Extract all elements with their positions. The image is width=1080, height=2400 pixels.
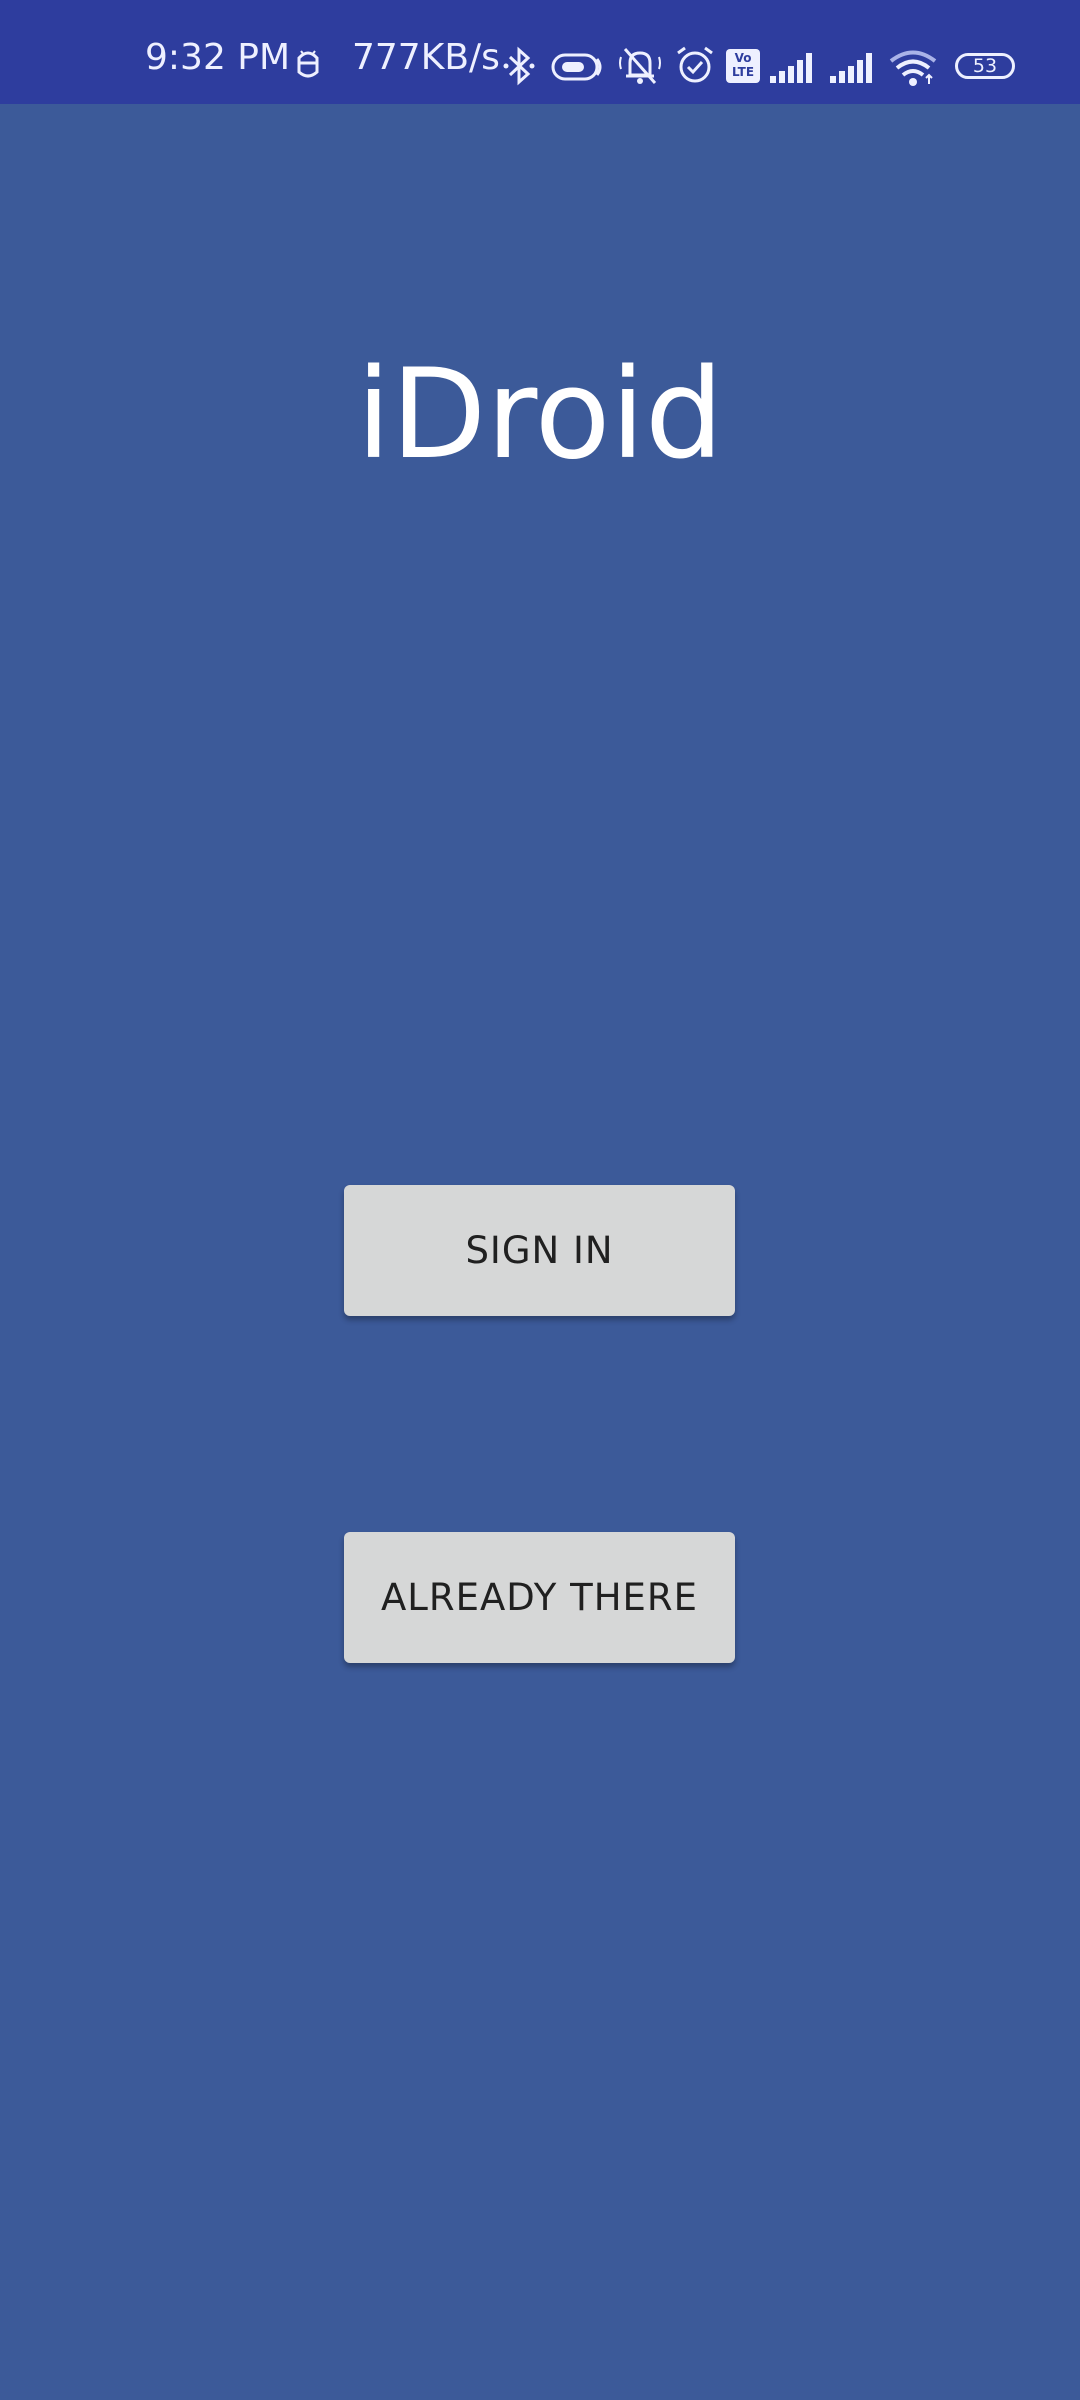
signal-2-icon [830,53,872,83]
status-bar: 9:32 PM 777KB/s Vo LTE 53 [0,0,1080,104]
battery-level: 53 [972,55,998,77]
already-there-button[interactable]: ALREADY THERE [344,1532,735,1663]
mute-icon [619,48,661,84]
alarm-icon [677,46,713,83]
android-debug-icon [297,50,319,78]
wifi-icon [889,50,937,86]
app-title: iDroid [356,343,724,487]
volte-icon: Vo LTE [726,49,760,83]
status-time: 9:32 PM [145,37,291,78]
bluetooth-icon [503,46,535,86]
sign-in-button[interactable]: SIGN IN [344,1185,735,1316]
signal-1-icon [770,53,812,83]
network-speed: 777KB/s [352,37,500,78]
battery-icon: 53 [955,53,1015,79]
app-screen: 9:32 PM 777KB/s Vo LTE 53 iDroid SIGN IN… [0,0,1080,2400]
volte-label-bottom: LTE [731,65,755,79]
toggle-icon [551,53,602,81]
volte-label-top: Vo [734,51,752,65]
